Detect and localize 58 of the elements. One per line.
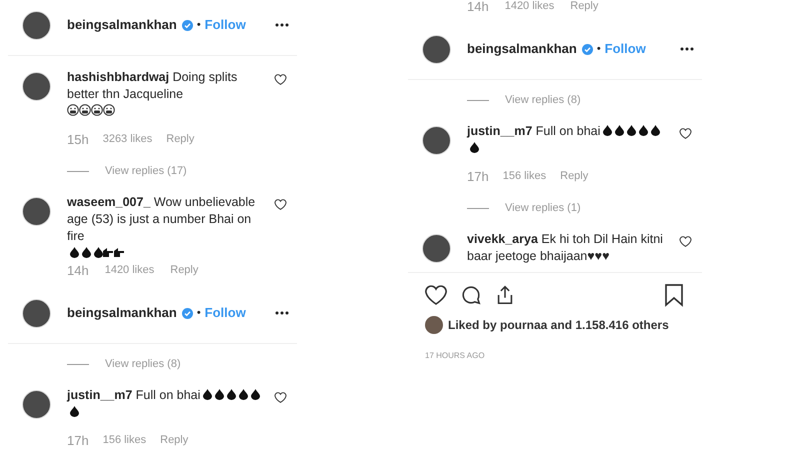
- likes-count[interactable]: 156 likes: [102, 432, 146, 448]
- verified-badge-icon: [182, 20, 193, 30]
- separator-dot: •: [196, 18, 201, 33]
- comment-text: waseem_007_ Wow unbelievable age (53) is just a number Bhai on fire: [67, 194, 256, 245]
- comment-text: hashishbhardwaj Doing splits better thn Jacqueline: [67, 69, 238, 103]
- separator-dot: •: [596, 42, 601, 57]
- view-replies-link[interactable]: View replies (8): [105, 356, 181, 372]
- more-options-icon[interactable]: [275, 23, 289, 27]
- heart-icon[interactable]: [679, 235, 692, 248]
- avatar: [422, 34, 451, 64]
- likes-count[interactable]: 1420 likes: [504, 0, 554, 14]
- avatar: [22, 10, 51, 40]
- comment-text: justin__m7 Full on bhai: [67, 387, 200, 404]
- more-options-icon[interactable]: [275, 311, 289, 315]
- username[interactable]: beingsalmankhan: [67, 303, 177, 323]
- more-options-icon[interactable]: [680, 47, 694, 51]
- follow-button[interactable]: Follow: [604, 39, 646, 59]
- heart-icon[interactable]: [274, 198, 287, 211]
- avatar: [425, 316, 443, 334]
- heart-icon[interactable]: [274, 73, 287, 86]
- reply-link[interactable]: Reply: [160, 432, 188, 448]
- post-timestamp: 17 HOURS AGO: [425, 351, 485, 360]
- heart-icon[interactable]: [679, 127, 692, 140]
- comment-time: 17h: [467, 168, 489, 184]
- view-replies-link[interactable]: View replies (8): [505, 92, 581, 108]
- bookmark-icon[interactable]: [664, 283, 684, 307]
- avatar: [422, 126, 451, 155]
- comment-text: vivekk_arya Ek hi toh Dil Hain kitni baar jeetoge bhaijaan♥♥♥: [467, 231, 664, 265]
- heart-icon[interactable]: [274, 391, 287, 404]
- comment-time: 14h: [67, 264, 89, 278]
- comment-time: 17h: [67, 432, 89, 448]
- reply-link[interactable]: Reply: [570, 0, 598, 14]
- comment-icon[interactable]: [460, 284, 482, 306]
- reply-link[interactable]: Reply: [166, 132, 194, 146]
- username[interactable]: beingsalmankhan: [67, 15, 177, 35]
- username[interactable]: beingsalmankhan: [467, 39, 577, 59]
- liked-by-text: Liked by pournaa and 1.158.416 others: [448, 317, 669, 334]
- likes-count[interactable]: 156 likes: [502, 168, 546, 184]
- view-replies-link[interactable]: View replies (1): [505, 200, 581, 216]
- avatar: [422, 234, 451, 263]
- verified-badge-icon: [182, 308, 193, 318]
- avatar: [22, 390, 51, 419]
- verified-badge-icon: [582, 44, 593, 54]
- likes-count[interactable]: 3263 likes: [102, 132, 152, 146]
- view-replies-link[interactable]: View replies (17): [105, 162, 187, 180]
- follow-button[interactable]: Follow: [204, 15, 246, 35]
- comment-time: 14h: [467, 0, 489, 14]
- avatar: [22, 298, 51, 328]
- likes-count[interactable]: 1420 likes: [104, 264, 154, 278]
- follow-button[interactable]: Follow: [204, 303, 246, 323]
- comment-time: 15h: [67, 132, 89, 146]
- separator-dot: •: [196, 306, 201, 321]
- reply-link[interactable]: Reply: [560, 168, 588, 184]
- avatar: [22, 197, 51, 226]
- reply-link[interactable]: Reply: [170, 264, 198, 278]
- avatar: [22, 72, 51, 101]
- heart-icon[interactable]: [424, 283, 448, 307]
- comment-text: justin__m7 Full on bhai: [467, 123, 600, 140]
